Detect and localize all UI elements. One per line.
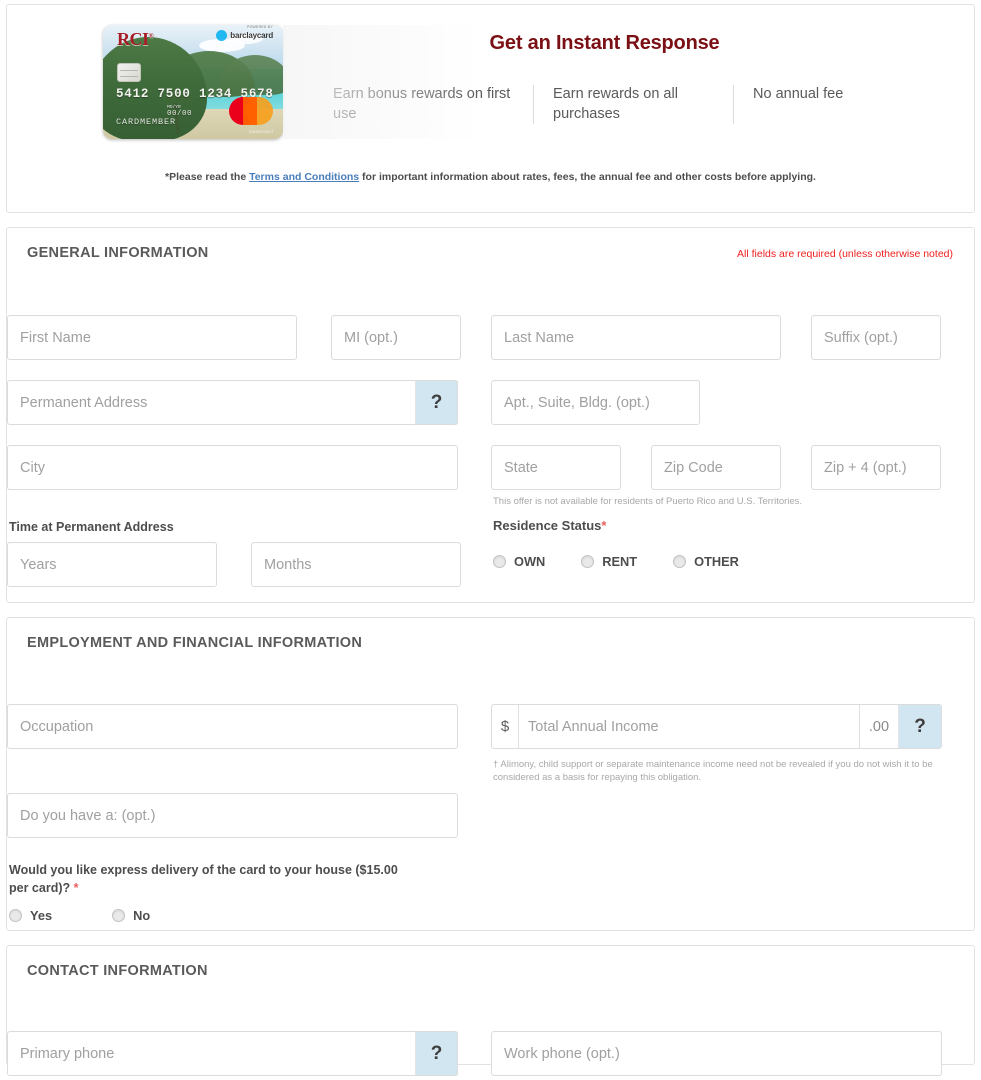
city-input[interactable]: City xyxy=(7,445,458,490)
express-delivery-option-yes[interactable]: Yes xyxy=(9,908,52,923)
residence-option-label: RENT xyxy=(602,554,638,569)
mastercard-wordmark: mastercard xyxy=(249,129,273,134)
state-select[interactable]: State xyxy=(491,445,621,490)
barclaycard-logo: POWERED BY barclaycard xyxy=(216,25,273,41)
hero-content: Get an Instant Response Earn bonus rewar… xyxy=(283,25,974,125)
card-chip-icon xyxy=(117,63,141,82)
terms-suffix: for important information about rates, f… xyxy=(359,171,816,183)
time-at-address-label: Time at Permanent Address xyxy=(9,520,174,534)
all-fields-required-note: All fields are required (unless otherwis… xyxy=(737,248,953,260)
required-asterisk: * xyxy=(601,518,607,533)
income-cents-suffix: .00 xyxy=(859,705,898,748)
rci-logo-text: RCI xyxy=(117,29,149,49)
benefit-item: No annual fee xyxy=(733,85,913,125)
mastercard-overlap xyxy=(243,97,257,125)
radio-icon[interactable] xyxy=(673,555,687,568)
benefit-item: Earn bonus rewards on first use xyxy=(333,86,511,122)
do-you-have-a-select[interactable]: Do you have a: (opt.) xyxy=(7,793,458,838)
residence-option-other[interactable]: OTHER xyxy=(673,554,739,569)
permanent-address-help-icon[interactable]: ? xyxy=(415,380,458,425)
general-information-panel: GENERAL INFORMATION All fields are requi… xyxy=(6,227,975,603)
income-help-icon[interactable]: ? xyxy=(898,705,941,748)
total-annual-income-field[interactable]: $ Total Annual Income .00 ? xyxy=(491,704,942,749)
residence-status-radio-group[interactable]: OWN RENT OTHER xyxy=(493,554,775,569)
radio-icon[interactable] xyxy=(112,909,126,922)
terms-prefix: *Please read the xyxy=(165,171,250,183)
rci-logo: RCI® xyxy=(117,29,154,50)
radio-icon[interactable] xyxy=(493,555,506,568)
benefit-item: Earn rewards on all purchases xyxy=(533,85,733,125)
express-delivery-option-no[interactable]: No xyxy=(112,908,150,923)
income-footnote: † Alimony, child support or separate mai… xyxy=(493,759,933,783)
years-input[interactable]: Years xyxy=(7,542,217,587)
barclaycard-wordmark: barclaycard xyxy=(230,31,273,40)
residence-option-label: OWN xyxy=(514,554,546,569)
primary-phone-input[interactable]: Primary phone xyxy=(7,1031,458,1076)
work-phone-input[interactable]: Work phone (opt.) xyxy=(491,1031,942,1076)
total-annual-income-input[interactable]: Total Annual Income xyxy=(519,705,859,748)
terms-disclaimer: *Please read the Terms and Conditions fo… xyxy=(7,171,974,183)
residence-status-label: Residence Status* xyxy=(493,518,606,533)
contact-information-heading: CONTACT INFORMATION xyxy=(27,963,208,979)
benefits-list: Earn bonus rewards on first use Earn rew… xyxy=(331,85,974,125)
required-asterisk: * xyxy=(73,881,79,896)
radio-icon[interactable] xyxy=(9,909,22,922)
radio-icon[interactable] xyxy=(581,555,595,568)
powered-by-label: POWERED BY xyxy=(247,25,273,29)
residence-option-own[interactable]: OWN xyxy=(493,554,545,569)
barclaycard-eagle-icon xyxy=(216,30,228,41)
first-name-input[interactable]: First Name xyxy=(7,315,297,360)
application-page: RCI® POWERED BY barclaycard 5412 7500 12… xyxy=(0,4,981,1076)
hero-title: Get an Instant Response xyxy=(489,32,720,54)
contact-information-panel: CONTACT INFORMATION Primary phone ? Work… xyxy=(6,945,975,1076)
express-delivery-option-label: No xyxy=(133,908,151,923)
last-name-input[interactable]: Last Name xyxy=(491,315,781,360)
currency-symbol: $ xyxy=(492,705,519,748)
mastercard-icon xyxy=(229,97,273,125)
months-select[interactable]: Months xyxy=(251,542,461,587)
middle-initial-input[interactable]: MI (opt.) xyxy=(331,315,461,360)
apt-suite-input[interactable]: Apt., Suite, Bldg. (opt.) xyxy=(491,380,700,425)
hero-inner: RCI® POWERED BY barclaycard 5412 7500 12… xyxy=(7,5,974,139)
residence-option-rent[interactable]: RENT xyxy=(581,554,637,569)
express-delivery-question: Would you like express delivery of the c… xyxy=(9,861,409,897)
employment-financial-panel: EMPLOYMENT AND FINANCIAL INFORMATION Occ… xyxy=(6,617,975,931)
card-holder-name: CARDMEMBER xyxy=(116,117,177,127)
credit-card-image: RCI® POWERED BY barclaycard 5412 7500 12… xyxy=(103,25,283,139)
primary-phone-help-icon[interactable]: ? xyxy=(415,1031,458,1076)
terms-and-conditions-link[interactable]: Terms and Conditions xyxy=(249,171,359,183)
occupation-select[interactable]: Occupation xyxy=(7,704,458,749)
zip-code-input[interactable]: Zip Code xyxy=(651,445,781,490)
permanent-address-input[interactable]: Permanent Address xyxy=(7,380,458,425)
rci-logo-trademark: ® xyxy=(148,32,154,40)
offer-hero-panel: RCI® POWERED BY barclaycard 5412 7500 12… xyxy=(6,4,975,213)
residence-status-text: Residence Status xyxy=(493,518,602,533)
territory-restriction-note: This offer is not available for resident… xyxy=(493,496,803,507)
employment-financial-heading: EMPLOYMENT AND FINANCIAL INFORMATION xyxy=(27,635,363,651)
zip-plus-four-input[interactable]: Zip + 4 (opt.) xyxy=(811,445,941,490)
express-delivery-option-label: Yes xyxy=(30,908,53,923)
suffix-select[interactable]: Suffix (opt.) xyxy=(811,315,941,360)
express-delivery-question-text: Would you like express delivery of the c… xyxy=(9,863,398,896)
express-delivery-radio-group[interactable]: Yes No xyxy=(9,908,186,923)
residence-option-label: OTHER xyxy=(694,554,739,569)
